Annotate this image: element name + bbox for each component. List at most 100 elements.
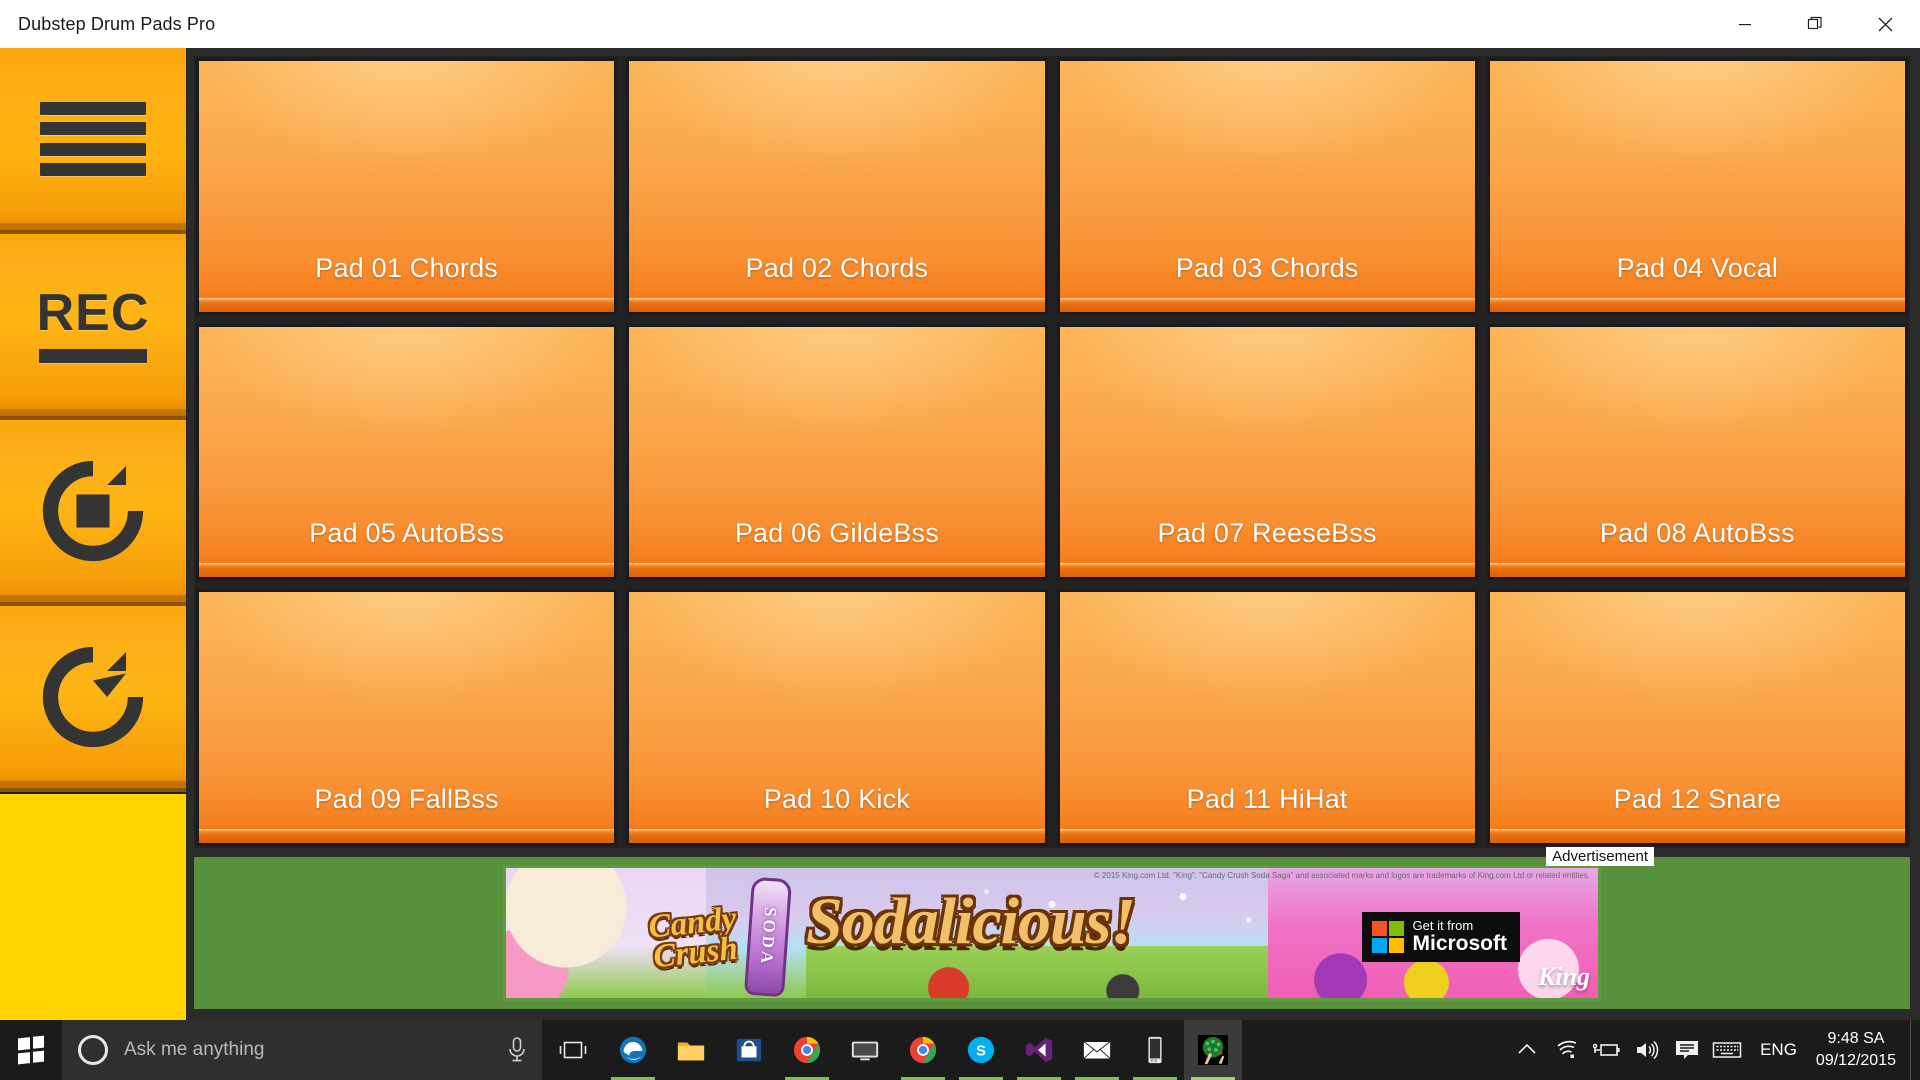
pad-09[interactable]: Pad 09 FallBss bbox=[196, 589, 618, 846]
pad-06[interactable]: Pad 06 GildeBss bbox=[626, 323, 1048, 581]
action-center-button[interactable] bbox=[1667, 1020, 1707, 1080]
microsoft-logo-icon bbox=[1371, 920, 1404, 953]
badge-small-text: Get it from bbox=[1412, 918, 1474, 933]
ad-copyright: © 2015 King.com Ltd. "King", "Candy Crus… bbox=[1093, 871, 1590, 880]
soda-bottle-icon: SODA bbox=[743, 876, 793, 998]
minimize-icon bbox=[1739, 24, 1751, 26]
battery-charging-icon bbox=[1593, 1043, 1620, 1056]
advertisement-zone: Candy Crush SODA Sodalicious! © 2015 Kin… bbox=[194, 847, 1910, 1009]
taskbar: Ask me anything S ENG 9:48 SA 09/12/2015 bbox=[0, 1020, 1920, 1080]
taskbar-item-edge[interactable] bbox=[604, 1020, 662, 1080]
touch-keyboard-button[interactable] bbox=[1707, 1020, 1747, 1080]
brand-line-2: Crush bbox=[651, 930, 740, 976]
sidebar-filler bbox=[0, 792, 186, 1020]
badge-big-text: Microsoft bbox=[1412, 931, 1508, 955]
pad-label: Pad 12 Snare bbox=[1613, 783, 1782, 814]
edge-icon bbox=[619, 1036, 647, 1064]
window-controls bbox=[1710, 0, 1920, 48]
restore-icon bbox=[1807, 16, 1822, 30]
pad-label: Pad 01 Chords bbox=[315, 252, 498, 283]
drum-pads-app-icon bbox=[1198, 1035, 1228, 1065]
clock[interactable]: 9:48 SA 09/12/2015 bbox=[1810, 1020, 1910, 1080]
folder-icon bbox=[677, 1042, 705, 1061]
sidebar-item-record[interactable]: REC bbox=[0, 234, 186, 422]
volume-button[interactable] bbox=[1627, 1020, 1667, 1080]
advertisement-banner[interactable]: Candy Crush SODA Sodalicious! © 2015 Kin… bbox=[503, 865, 1601, 1001]
search-input[interactable]: Ask me anything bbox=[62, 1020, 542, 1080]
taskbar-item-mail[interactable] bbox=[1068, 1020, 1126, 1080]
pad-01[interactable]: Pad 01 Chords bbox=[196, 58, 618, 315]
sidebar: REC bbox=[0, 48, 186, 1020]
pad-03[interactable]: Pad 03 Chords bbox=[1056, 58, 1478, 315]
pad-area: Pad 01 Chords Pad 02 Chords Pad 03 Chord… bbox=[186, 48, 1920, 1020]
taskbar-item-remote-desktop[interactable] bbox=[836, 1020, 894, 1080]
speaker-icon bbox=[1637, 1040, 1659, 1060]
minimize-button[interactable] bbox=[1710, 0, 1780, 48]
language-indicator[interactable]: ENG bbox=[1747, 1020, 1810, 1080]
title-bar: Dubstep Drum Pads Pro bbox=[0, 0, 1920, 48]
pad-label: Pad 02 Chords bbox=[745, 252, 929, 283]
action-center-icon bbox=[1676, 1041, 1699, 1059]
close-icon bbox=[1878, 17, 1892, 31]
pad-label: Pad 03 Chords bbox=[1175, 252, 1359, 283]
chrome-icon bbox=[793, 1036, 821, 1064]
pad-label: Pad 06 GildeBss bbox=[734, 518, 939, 549]
pad-label: Pad 07 ReeseBss bbox=[1157, 518, 1377, 549]
rec-label: REC bbox=[36, 284, 150, 342]
sidebar-item-menu[interactable] bbox=[0, 48, 186, 236]
loop-stop-icon bbox=[42, 460, 144, 562]
pad-02[interactable]: Pad 02 Chords bbox=[626, 58, 1048, 315]
taskbar-item-store[interactable] bbox=[720, 1020, 778, 1080]
advertisement-label: Advertisement bbox=[1546, 847, 1654, 866]
hamburger-menu-icon bbox=[40, 102, 146, 176]
pad-11[interactable]: Pad 11 HiHat bbox=[1056, 589, 1478, 846]
pad-label: Pad 08 AutoBss bbox=[1599, 518, 1795, 549]
pad-05[interactable]: Pad 05 AutoBss bbox=[196, 323, 618, 581]
taskbar-app-list: S bbox=[604, 1020, 1242, 1080]
taskbar-item-file-explorer[interactable] bbox=[662, 1020, 720, 1080]
pad-label: Pad 05 AutoBss bbox=[309, 518, 505, 549]
clock-time: 9:48 SA bbox=[1827, 1030, 1885, 1048]
king-logo: King bbox=[1537, 962, 1590, 991]
taskbar-item-phone[interactable] bbox=[1126, 1020, 1184, 1080]
loop-replay-icon bbox=[42, 646, 144, 748]
system-tray: ENG 9:48 SA 09/12/2015 bbox=[1507, 1020, 1920, 1080]
wifi-icon bbox=[1557, 1040, 1577, 1058]
taskbar-item-chrome[interactable] bbox=[778, 1020, 836, 1080]
clock-date: 09/12/2015 bbox=[1815, 1052, 1896, 1069]
taskbar-item-chrome-2[interactable] bbox=[894, 1020, 952, 1080]
pad-07[interactable]: Pad 07 ReeseBss bbox=[1056, 323, 1478, 581]
store-icon bbox=[736, 1038, 762, 1062]
skype-icon: S bbox=[967, 1036, 995, 1064]
pad-10[interactable]: Pad 10 Kick bbox=[626, 589, 1048, 846]
pad-label: Pad 11 HiHat bbox=[1186, 783, 1348, 814]
maximize-button[interactable] bbox=[1780, 0, 1850, 48]
taskbar-item-visual-studio[interactable] bbox=[1010, 1020, 1068, 1080]
taskbar-item-skype[interactable]: S bbox=[952, 1020, 1010, 1080]
pad-08[interactable]: Pad 08 AutoBss bbox=[1486, 323, 1908, 581]
cortana-icon bbox=[78, 1035, 108, 1065]
monitor-icon bbox=[851, 1041, 879, 1061]
task-view-button[interactable] bbox=[542, 1020, 604, 1080]
svg-text:S: S bbox=[976, 1043, 986, 1060]
show-desktop-button[interactable] bbox=[1910, 1020, 1920, 1080]
pad-label: Pad 09 FallBss bbox=[314, 783, 499, 814]
pad-04[interactable]: Pad 04 Vocal bbox=[1486, 58, 1908, 315]
network-button[interactable] bbox=[1547, 1020, 1587, 1080]
touch-keyboard-icon bbox=[1712, 1042, 1742, 1058]
battery-button[interactable] bbox=[1587, 1020, 1627, 1080]
pad-label: Pad 04 Vocal bbox=[1616, 252, 1779, 283]
close-button[interactable] bbox=[1850, 0, 1920, 48]
pad-label: Pad 10 Kick bbox=[763, 783, 911, 814]
phone-icon bbox=[1148, 1036, 1162, 1064]
sidebar-item-loop-stop[interactable] bbox=[0, 420, 186, 608]
start-button[interactable] bbox=[0, 1020, 62, 1080]
show-hidden-icons-button[interactable] bbox=[1507, 1020, 1547, 1080]
chrome-icon bbox=[909, 1036, 937, 1064]
pad-12[interactable]: Pad 12 Snare bbox=[1486, 589, 1908, 846]
taskbar-item-drum-pads[interactable] bbox=[1184, 1020, 1242, 1080]
app-window-body: REC Pad 01 Chords Pad 02 Chords Pad 03 C… bbox=[0, 48, 1920, 1020]
sidebar-item-loop-replay[interactable] bbox=[0, 606, 186, 794]
microphone-icon[interactable] bbox=[506, 1035, 528, 1065]
get-it-from-microsoft-badge[interactable]: Get it from Microsoft bbox=[1361, 912, 1520, 962]
